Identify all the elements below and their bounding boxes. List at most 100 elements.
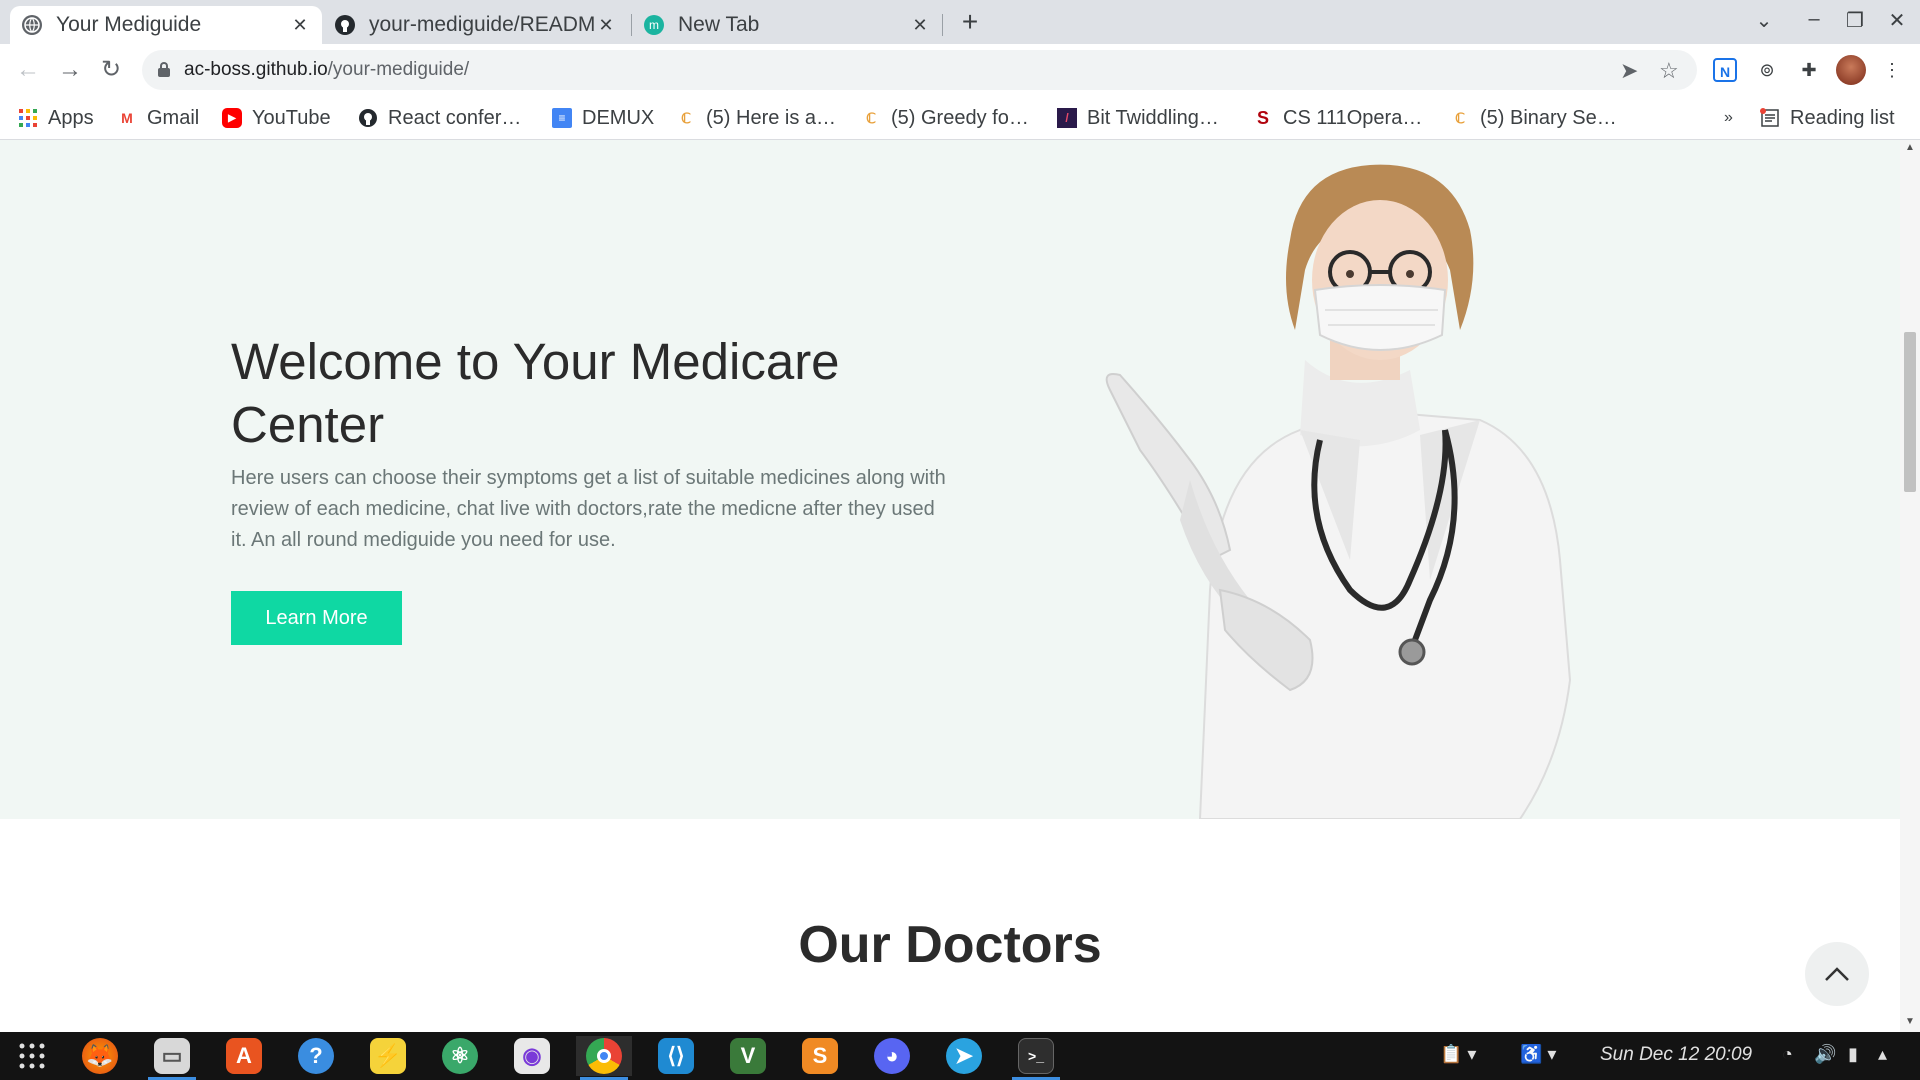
bookmark-label: (5) Binary Se… <box>1480 106 1617 129</box>
close-tab-icon[interactable]: ✕ <box>596 15 616 36</box>
bookmark-cs111[interactable]: S CS 111Opera… <box>1253 103 1422 133</box>
new-tab-button[interactable]: + <box>955 8 985 38</box>
lock-icon[interactable] <box>158 62 170 77</box>
close-window-icon[interactable]: ✕ <box>1882 8 1912 33</box>
bookmark-label: Gmail <box>147 106 200 129</box>
docs-icon: ≡ <box>552 108 572 128</box>
battery-icon[interactable]: ▮ <box>1848 1044 1858 1065</box>
page-scrollbar[interactable]: ▲ ▼ <box>1900 140 1920 1032</box>
link-extension-icon[interactable]: ⊚ <box>1755 58 1779 82</box>
our-doctors-heading: Our Doctors <box>798 916 1102 974</box>
bookmark-label: React confer… <box>388 106 522 129</box>
firefox-icon[interactable]: 🦊 <box>72 1036 128 1076</box>
back-icon[interactable]: ← <box>14 56 42 84</box>
reading-list-button[interactable]: Reading list <box>1760 103 1895 133</box>
discord-icon[interactable]: ◕ <box>864 1036 920 1076</box>
scroll-to-top-button[interactable] <box>1805 942 1869 1006</box>
bookmark-react-conference[interactable]: React confer… <box>358 103 521 133</box>
close-tab-icon[interactable]: ✕ <box>290 15 310 36</box>
apps-grid-icon <box>18 108 38 128</box>
wifi-icon[interactable]: ◔ <box>1782 1044 1793 1065</box>
files-icon[interactable]: ▭ <box>144 1036 200 1080</box>
bookmark-star-icon[interactable]: ☆ <box>1659 58 1679 84</box>
pikachu-icon[interactable]: ⚡ <box>360 1036 416 1076</box>
bit-twiddling-icon: / <box>1057 108 1077 128</box>
tab-search-icon[interactable]: ⌄ <box>1749 8 1779 33</box>
restore-icon[interactable]: ❐ <box>1840 8 1870 33</box>
reload-icon[interactable]: ↻ <box>97 56 125 84</box>
leetcode-icon: ℂ <box>1455 109 1465 126</box>
vscode-icon[interactable]: ⟨⟩ <box>648 1036 704 1076</box>
telegram-icon[interactable]: ➤ <box>936 1036 992 1076</box>
close-tab-icon[interactable]: ✕ <box>910 15 930 36</box>
globe-icon <box>22 15 42 35</box>
scroll-down-arrow-icon[interactable]: ▼ <box>1904 1016 1916 1027</box>
vim-icon[interactable]: V <box>720 1036 776 1076</box>
bookmark-gmail[interactable]: M Gmail <box>117 103 199 133</box>
github-icon <box>335 15 355 35</box>
tab-title: Your Mediguide <box>56 13 202 36</box>
page-viewport: Welcome to Your Medicare Center Here use… <box>0 140 1900 1032</box>
tab-your-mediguide[interactable]: Your Mediguide ✕ <box>10 6 322 44</box>
github-icon <box>358 108 378 128</box>
scroll-up-arrow-icon[interactable]: ▲ <box>1904 142 1916 153</box>
gmail-icon: M <box>121 110 133 126</box>
reading-list-label: Reading list <box>1790 106 1895 129</box>
tab-title: your-mediguide/READM <box>369 13 596 36</box>
bookmark-leetcode-2[interactable]: ℂ (5) Greedy fo… <box>861 103 1029 133</box>
show-apps-icon[interactable] <box>4 1036 60 1076</box>
tab-new-tab[interactable]: m New Tab ✕ <box>632 6 942 44</box>
os-taskbar: 🦊 ▭ A ? ⚡ ⚛ ◉ ⟨⟩ V S ◕ ➤ >_ 📋 ▾ ♿ ▾ Sun … <box>0 1032 1920 1080</box>
url-text: ac-boss.github.io/your-mediguide/ <box>184 59 470 80</box>
address-bar[interactable]: ac-boss.github.io/your-mediguide/ ➤ ☆ <box>142 50 1697 90</box>
hero-title: Welcome to Your Medicare Center <box>231 333 840 453</box>
bookmarks-overflow-button[interactable]: » <box>1724 103 1733 133</box>
bookmark-label: (5) Here is a… <box>706 106 837 129</box>
doctor-illustration <box>1105 164 1572 819</box>
tab-readme[interactable]: your-mediguide/READM ✕ <box>323 6 628 44</box>
reading-list-icon <box>1760 108 1780 128</box>
accessibility-icon[interactable]: ♿ ▾ <box>1520 1044 1556 1065</box>
extensions-puzzle-icon[interactable]: ✚ <box>1797 58 1821 82</box>
leetcode-icon: ℂ <box>866 109 876 126</box>
hero-description: Here users can choose their symptoms get… <box>231 467 946 551</box>
bookmark-apps[interactable]: Apps <box>18 103 94 133</box>
minimize-icon[interactable]: – <box>1799 8 1829 31</box>
bookmark-demux[interactable]: ≡ DEMUX <box>552 103 654 133</box>
stanford-icon: S <box>1256 107 1269 128</box>
scrollbar-thumb[interactable] <box>1904 332 1916 492</box>
hero-section: Welcome to Your Medicare Center Here use… <box>0 140 1900 819</box>
tab-title: New Tab <box>678 13 760 36</box>
new-tab-m-icon: m <box>644 15 664 35</box>
profile-avatar[interactable] <box>1836 55 1866 85</box>
sublime-text-icon[interactable]: S <box>792 1036 848 1076</box>
bookmark-label: (5) Greedy fo… <box>891 106 1029 129</box>
send-tab-icon[interactable]: ➤ <box>1620 58 1638 84</box>
forward-icon[interactable]: → <box>56 56 84 84</box>
youtube-icon: ▶ <box>222 108 242 128</box>
notion-extension-icon[interactable]: N <box>1713 58 1737 82</box>
software-center-icon[interactable]: A <box>216 1036 272 1076</box>
system-menu-chevron-icon[interactable]: ▴ <box>1878 1044 1887 1065</box>
bookmark-youtube[interactable]: ▶ YouTube <box>222 103 331 133</box>
leetcode-icon: ℂ <box>681 109 691 126</box>
terminal-icon[interactable]: >_ <box>1008 1036 1064 1080</box>
help-icon[interactable]: ? <box>288 1036 344 1076</box>
bookmark-leetcode-3[interactable]: ℂ (5) Binary Se… <box>1450 103 1617 133</box>
bookmark-label: YouTube <box>252 106 331 129</box>
chrome-icon[interactable] <box>576 1036 632 1080</box>
bookmark-bit-twiddling[interactable]: / Bit Twiddling… <box>1057 103 1219 133</box>
learn-more-button[interactable]: Learn More <box>231 591 402 645</box>
menu-kebab-icon[interactable]: ⋮ <box>1880 58 1904 82</box>
bookmark-leetcode-1[interactable]: ℂ (5) Here is a… <box>676 103 836 133</box>
clock[interactable]: Sun Dec 12 20:09 <box>1600 1044 1752 1066</box>
camera-icon[interactable]: ◉ <box>504 1036 560 1076</box>
atom-icon[interactable]: ⚛ <box>432 1036 488 1076</box>
bookmark-label: Apps <box>48 106 94 129</box>
volume-icon[interactable]: 🔊 <box>1814 1044 1836 1065</box>
bookmark-label: DEMUX <box>582 106 655 129</box>
tab-strip: Your Mediguide ✕ your-mediguide/READM ✕ … <box>0 0 1920 44</box>
bookmark-label: CS 111Opera… <box>1283 106 1423 129</box>
chevron-up-icon <box>1825 967 1849 981</box>
clipboard-icon[interactable]: 📋 ▾ <box>1440 1044 1476 1065</box>
